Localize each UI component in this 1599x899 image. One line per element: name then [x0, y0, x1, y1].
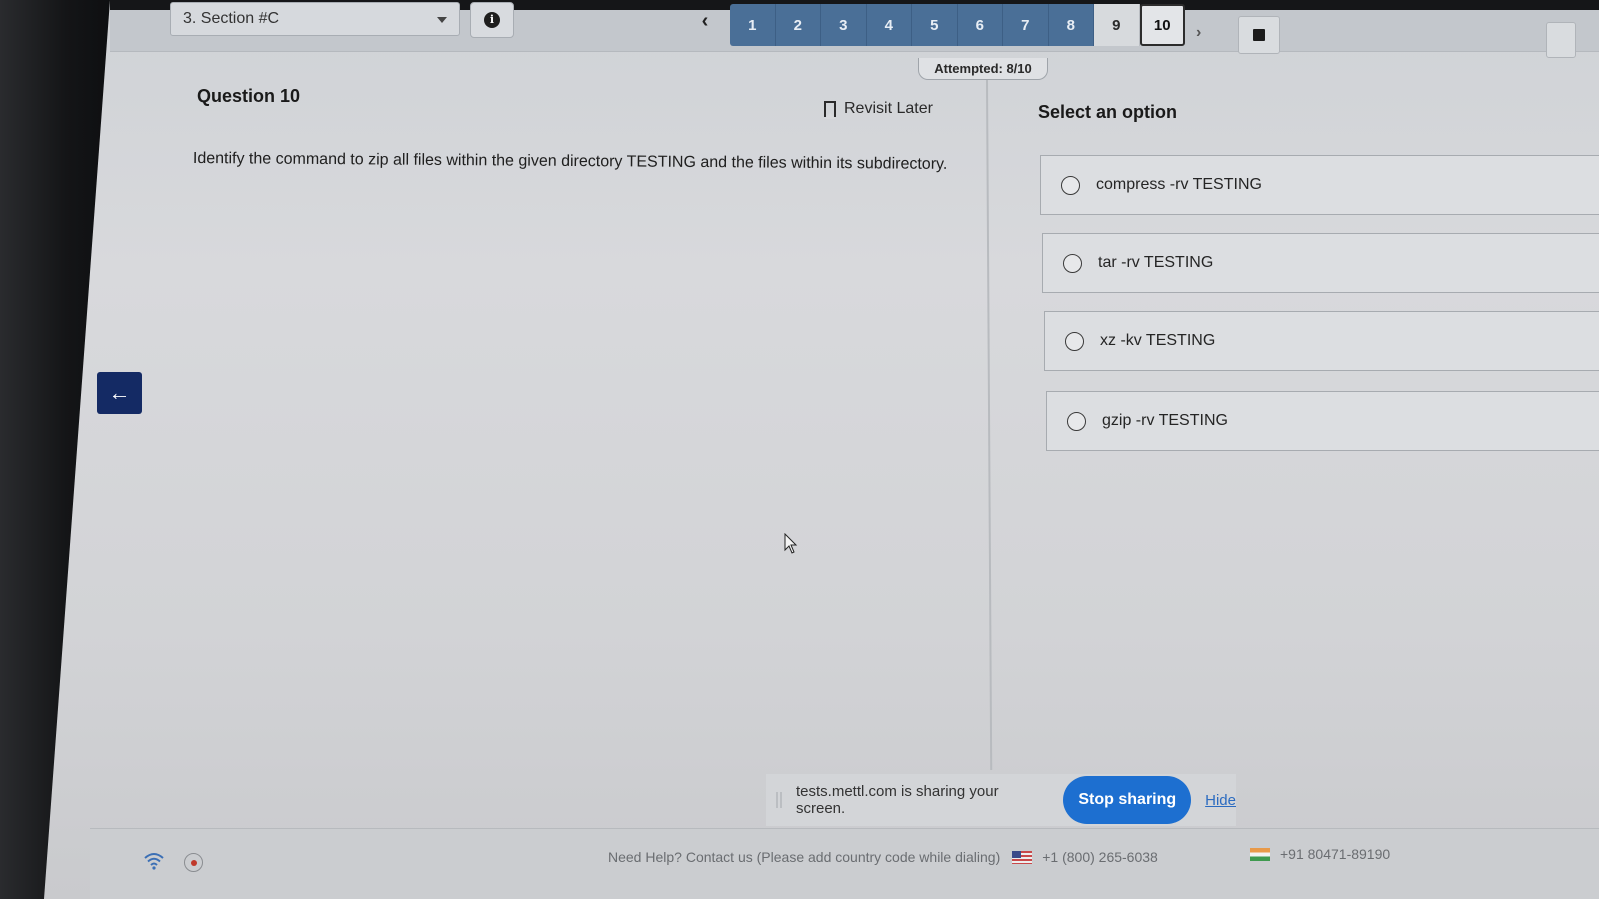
radio-button[interactable]	[1061, 175, 1080, 195]
us-flag-icon	[1012, 850, 1033, 864]
option-4[interactable]: gzip -rv TESTING	[1046, 391, 1599, 451]
question-number-10[interactable]: 10	[1139, 4, 1185, 46]
option-1[interactable]: compress -rv TESTING	[1040, 155, 1599, 215]
end-test-button[interactable]	[1238, 16, 1280, 54]
stop-sharing-button[interactable]: Stop sharing	[1063, 776, 1192, 824]
drag-handle-icon[interactable]	[776, 792, 782, 808]
recording-dot	[190, 859, 197, 866]
screen-share-bar: tests.mettl.com is sharing your screen. …	[766, 774, 1236, 826]
previous-question-arrow[interactable]: ‹	[695, 10, 715, 34]
stop-square-icon	[1253, 29, 1265, 41]
question-number-4[interactable]: 4	[866, 4, 912, 46]
radio-button[interactable]	[1067, 411, 1086, 431]
help-contact: Need Help? Contact us (Please add countr…	[608, 849, 1158, 865]
hide-link[interactable]: Hide	[1205, 792, 1236, 809]
attempted-counter: Attempted: 8/10	[918, 58, 1048, 80]
edge-button[interactable]	[1546, 22, 1576, 58]
question-number-6[interactable]: 6	[957, 4, 1003, 46]
question-number-2[interactable]: 2	[775, 4, 821, 46]
info-icon: i	[484, 12, 500, 28]
question-number-9[interactable]: 9	[1094, 4, 1140, 46]
section-dropdown[interactable]: 3. Section #C	[170, 2, 460, 36]
section-dropdown-label: 3. Section #C	[183, 10, 280, 27]
arrow-left-icon: ←	[108, 380, 131, 405]
revisit-later-button[interactable]: Revisit Later	[824, 100, 933, 119]
question-number-5[interactable]: 5	[912, 4, 958, 46]
phone-in: +91 80471-89190	[1280, 846, 1391, 862]
question-navigator: 1 2 3 4 5 6 7 8 9 10	[730, 4, 1185, 46]
question-number-8[interactable]: 8	[1048, 4, 1094, 46]
option-label: gzip -rv TESTING	[1102, 412, 1228, 429]
question-number-3[interactable]: 3	[821, 4, 867, 46]
radio-button[interactable]	[1065, 331, 1084, 351]
option-label: compress -rv TESTING	[1096, 176, 1262, 193]
back-arrow-button[interactable]: ←	[97, 372, 142, 414]
info-button[interactable]: i	[470, 2, 514, 38]
option-2[interactable]: tar -rv TESTING	[1042, 233, 1599, 293]
help-text: Need Help? Contact us (Please add countr…	[608, 849, 1001, 865]
question-title: Question 10	[197, 86, 301, 106]
share-status-text: tests.mettl.com is sharing your screen.	[796, 783, 999, 817]
option-3[interactable]: xz -kv TESTING	[1044, 311, 1599, 371]
help-contact-india: +91 80471-89190	[1250, 846, 1390, 862]
option-label: tar -rv TESTING	[1098, 254, 1214, 271]
phone-us: +1 (800) 265-6038	[1042, 849, 1158, 865]
next-question-arrow[interactable]: ›	[1196, 24, 1201, 42]
radio-button[interactable]	[1063, 253, 1082, 273]
recording-icon	[184, 853, 203, 872]
question-number-7[interactable]: 7	[1003, 4, 1049, 46]
wifi-icon	[143, 852, 165, 875]
revisit-later-label: Revisit Later	[844, 100, 933, 117]
india-flag-icon	[1250, 847, 1270, 861]
options-title: Select an option	[1038, 102, 1178, 122]
bookmark-icon	[824, 101, 836, 119]
chevron-down-icon	[437, 17, 447, 23]
option-label: xz -kv TESTING	[1100, 332, 1216, 349]
question-number-1[interactable]: 1	[730, 4, 776, 46]
